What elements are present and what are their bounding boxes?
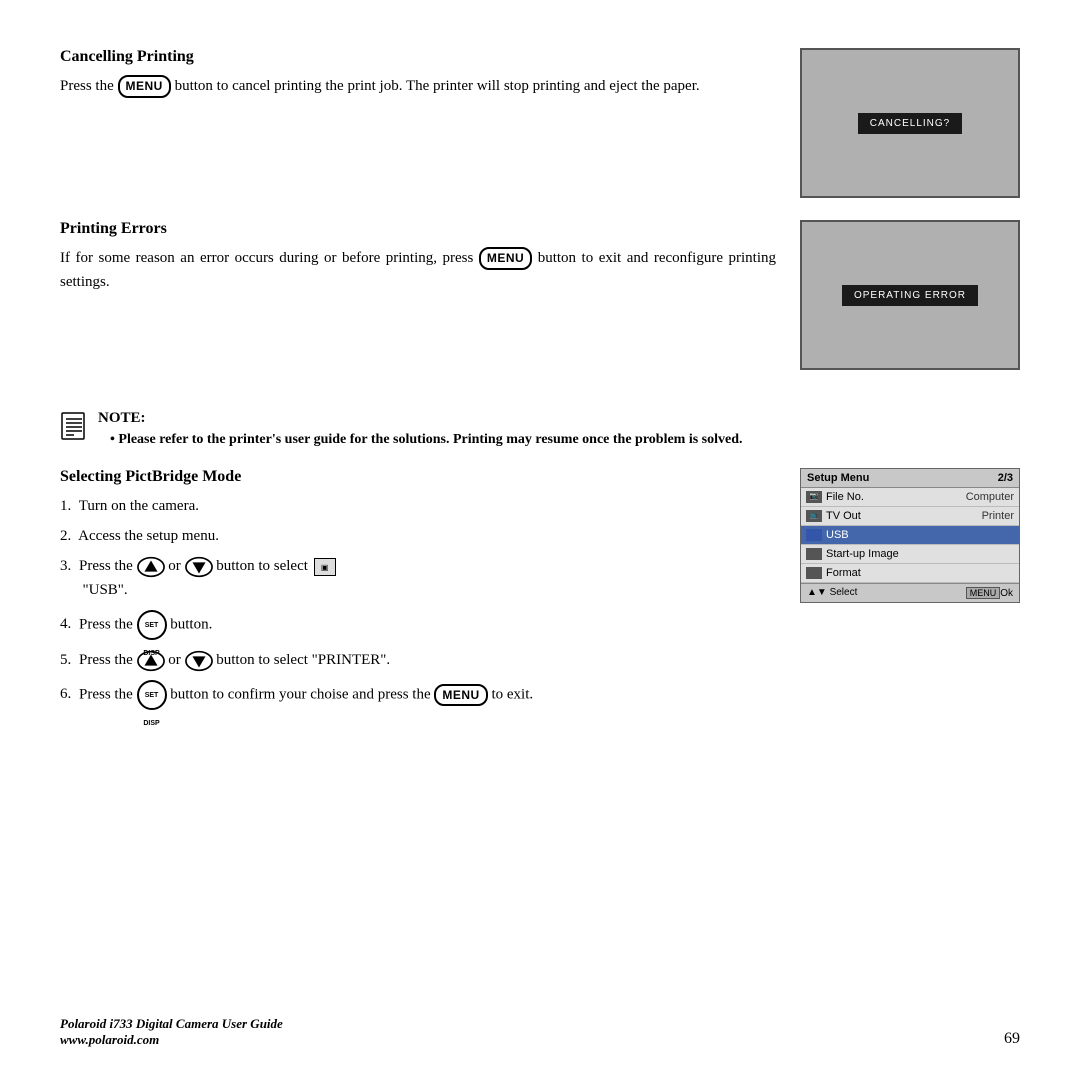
tv-out-label: TV Out xyxy=(826,510,978,522)
down-arrow-button-3 xyxy=(185,556,213,578)
page: Cancelling Printing Press the MENU butto… xyxy=(0,0,1080,1080)
file-no-value: Computer xyxy=(966,491,1014,503)
menu-button-6: MENU xyxy=(434,684,487,707)
menu-row-fileno: 📷 File No. Computer xyxy=(801,488,1019,507)
cancelling-screen-label: CANCELLING? xyxy=(858,113,962,134)
file-no-label: File No. xyxy=(826,491,962,503)
note-content: NOTE: • Please refer to the printer's us… xyxy=(98,410,743,450)
step-2-num: 2. xyxy=(60,528,71,544)
step-1-num: 1. xyxy=(60,498,71,514)
menu-row-format: Format xyxy=(801,564,1019,583)
footer-brand: Polaroid i733 Digital Camera User Guide … xyxy=(60,1016,283,1048)
footer-ok: MENUOk xyxy=(966,587,1013,599)
main-content: Cancelling Printing Press the MENU butto… xyxy=(60,48,1020,716)
note-title: NOTE: xyxy=(98,410,743,427)
ok-label: Ok xyxy=(1000,588,1013,599)
step-2: 2. Access the setup menu. xyxy=(60,524,776,548)
usb-label: USB xyxy=(826,529,1010,541)
page-number: 69 xyxy=(1004,1030,1020,1048)
printing-errors-body: If for some reason an error occurs durin… xyxy=(60,246,776,294)
setup-menu-title: Setup Menu xyxy=(807,472,869,484)
startup-label: Start-up Image xyxy=(826,548,1010,560)
menu-button-1: MENU xyxy=(118,75,171,98)
brand-line2: www.polaroid.com xyxy=(60,1032,283,1048)
file-no-icon: 📷 xyxy=(806,491,822,503)
printing-errors-section: Printing Errors If for some reason an er… xyxy=(60,220,1020,370)
step-3-num: 3. xyxy=(60,558,71,574)
tv-out-icon: 📺 xyxy=(806,510,822,522)
step-1: 1. Turn on the camera. xyxy=(60,494,776,518)
up-arrow-button-3 xyxy=(137,556,165,578)
note-section: NOTE: • Please refer to the printer's us… xyxy=(60,410,1020,450)
errors-screen: OPERATING ERROR xyxy=(800,220,1020,370)
menu-row-tvout: 📺 TV Out Printer xyxy=(801,507,1019,526)
brand-line1: Polaroid i733 Digital Camera User Guide xyxy=(60,1016,283,1032)
printing-errors-title: Printing Errors xyxy=(60,220,776,238)
setup-menu-footer: ▲▼ Select MENUOk xyxy=(801,583,1019,602)
cancelling-printing-body: Press the MENU button to cancel printing… xyxy=(60,74,776,98)
setup-menu-col: Setup Menu 2/3 📷 File No. Computer 📺 TV … xyxy=(800,468,1020,603)
cancelling-screen: CANCELLING? xyxy=(800,48,1020,198)
step-5: 5. Press the or xyxy=(60,648,776,672)
or-text-5: or xyxy=(168,652,184,668)
down-arrow-button-5 xyxy=(185,650,213,672)
cancelling-printing-text: Cancelling Printing Press the MENU butto… xyxy=(60,48,776,98)
errors-screen-col: OPERATING ERROR xyxy=(800,220,1020,370)
pictbridge-title: Selecting PictBridge Mode xyxy=(60,468,776,486)
footer-arrows: ▲▼ Select xyxy=(807,587,857,599)
cancelling-screen-col: CANCELLING? xyxy=(800,48,1020,198)
step-4: 4. Press the SETDISP button. xyxy=(60,610,776,640)
format-icon xyxy=(806,567,822,579)
cancelling-printing-title: Cancelling Printing xyxy=(60,48,776,66)
startup-icon xyxy=(806,548,822,560)
step-6: 6. Press the SETDISP button to confirm y… xyxy=(60,680,776,710)
note-body: • Please refer to the printer's user gui… xyxy=(98,429,743,450)
set-button-4: SETDISP xyxy=(137,610,167,640)
setup-menu-header: Setup Menu 2/3 xyxy=(801,469,1019,488)
set-button-6: SETDISP xyxy=(137,680,167,710)
cancelling-printing-section: Cancelling Printing Press the MENU butto… xyxy=(60,48,1020,198)
menu-button-2: MENU xyxy=(479,247,532,270)
menu-row-usb: USB xyxy=(801,526,1019,545)
step-3: 3. Press the or xyxy=(60,554,776,602)
setup-menu: Setup Menu 2/3 📷 File No. Computer 📺 TV … xyxy=(800,468,1020,603)
note-icon xyxy=(60,412,88,440)
page-footer: Polaroid i733 Digital Camera User Guide … xyxy=(60,1016,1020,1048)
pictbridge-section: Selecting PictBridge Mode 1. Turn on the… xyxy=(60,468,1020,716)
usb-icon: ▣ xyxy=(314,558,336,576)
steps-list: 1. Turn on the camera. 2. Access the set… xyxy=(60,494,776,710)
errors-screen-label: OPERATING ERROR xyxy=(842,285,978,306)
ok-key: MENU xyxy=(966,587,1001,599)
pictbridge-text: Selecting PictBridge Mode 1. Turn on the… xyxy=(60,468,776,716)
setup-menu-page: 2/3 xyxy=(998,472,1013,484)
menu-row-startup: Start-up Image xyxy=(801,545,1019,564)
format-label: Format xyxy=(826,567,1010,579)
or-text-3: or xyxy=(168,558,184,574)
up-arrow-button-5 xyxy=(137,650,165,672)
usb-menu-icon xyxy=(806,529,822,541)
step-5-num: 5. xyxy=(60,652,71,668)
step-4-num: 4. xyxy=(60,616,71,632)
note-bullet-1: • Please refer to the printer's user gui… xyxy=(98,432,743,447)
tv-out-value: Printer xyxy=(982,510,1014,522)
step-6-num: 6. xyxy=(60,686,71,702)
select-label: Select xyxy=(830,587,858,598)
printing-errors-text: Printing Errors If for some reason an er… xyxy=(60,220,776,294)
